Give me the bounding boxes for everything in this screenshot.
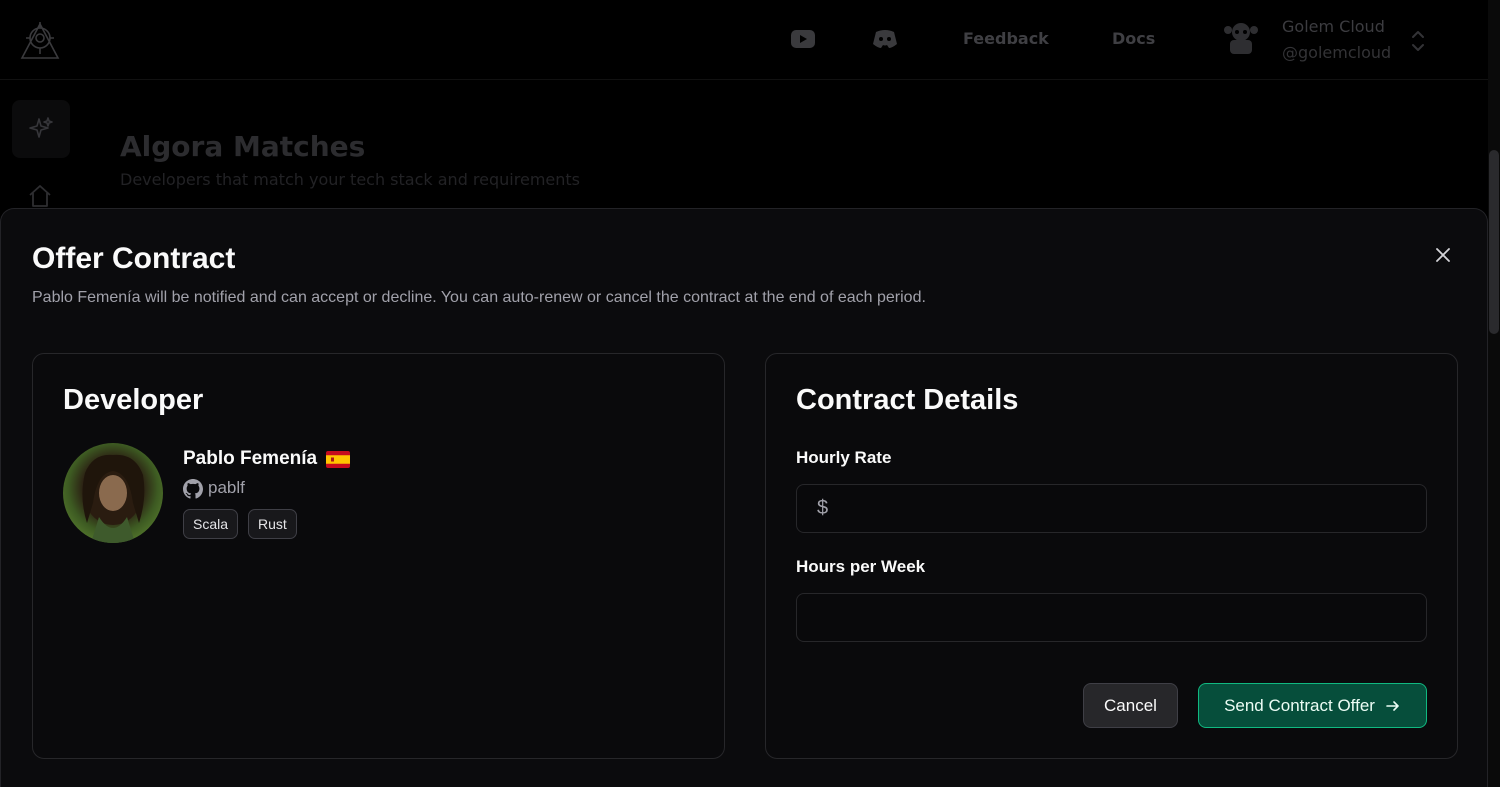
spain-flag-icon <box>326 451 350 468</box>
nav-docs-link[interactable]: Docs <box>1112 29 1155 48</box>
close-icon <box>1436 248 1450 262</box>
close-button[interactable] <box>1431 243 1455 267</box>
sparkles-icon <box>29 117 53 138</box>
nav-feedback-link[interactable]: Feedback <box>963 29 1049 48</box>
dialog-title: Offer Contract <box>32 242 236 275</box>
hourly-rate-input[interactable] <box>797 485 1426 532</box>
sidebar-item-matches[interactable] <box>12 100 70 158</box>
tech-tag: Rust <box>248 509 297 539</box>
algora-logo-icon[interactable] <box>16 18 64 62</box>
developer-panel-title: Developer <box>63 384 204 416</box>
send-button-label: Send Contract Offer <box>1224 695 1375 715</box>
developer-github-handle[interactable]: pablf <box>208 478 245 498</box>
youtube-icon[interactable] <box>790 28 816 50</box>
scrollbar-thumb[interactable] <box>1489 150 1499 334</box>
hours-per-week-label: Hours per Week <box>796 557 926 576</box>
cancel-button[interactable]: Cancel <box>1083 683 1178 728</box>
contract-details-panel: Contract Details Hourly Rate $ Hours per… <box>765 353 1458 759</box>
hourly-rate-label: Hourly Rate <box>796 448 892 467</box>
developer-name: Pablo Femenía <box>183 448 318 469</box>
discord-icon[interactable] <box>872 28 898 50</box>
account-handle[interactable]: @golemcloud <box>1282 43 1391 62</box>
hours-per-week-input[interactable] <box>797 594 1426 641</box>
scrollbar[interactable] <box>1488 0 1500 787</box>
chevron-up-down-icon[interactable] <box>1409 28 1427 54</box>
top-bar: Feedback Docs Golem Cloud @golemcloud <box>0 0 1488 80</box>
account-name[interactable]: Golem Cloud <box>1282 17 1385 36</box>
github-icon <box>183 479 203 499</box>
page-subtitle: Developers that match your tech stack an… <box>120 170 580 189</box>
tech-tag: Scala <box>183 509 239 539</box>
hourly-rate-field[interactable]: $ <box>796 484 1427 533</box>
offer-contract-dialog: Offer Contract Pablo Femenía will be not… <box>0 208 1488 787</box>
account-avatar[interactable] <box>1222 20 1260 58</box>
dialog-description: Pablo Femenía will be notified and can a… <box>32 289 926 306</box>
hours-per-week-field[interactable] <box>796 593 1427 642</box>
developer-panel: Developer Pablo Femenía pablf Scala Rust <box>32 353 725 759</box>
dollar-prefix: $ <box>817 497 829 519</box>
developer-avatar <box>63 443 163 543</box>
send-contract-offer-button[interactable]: Send Contract Offer <box>1198 683 1427 728</box>
arrow-right-icon <box>1386 700 1399 711</box>
cancel-button-label: Cancel <box>1104 695 1157 715</box>
page-title: Algora Matches <box>120 130 366 163</box>
contract-details-title: Contract Details <box>796 384 1019 416</box>
home-icon[interactable] <box>26 182 54 210</box>
